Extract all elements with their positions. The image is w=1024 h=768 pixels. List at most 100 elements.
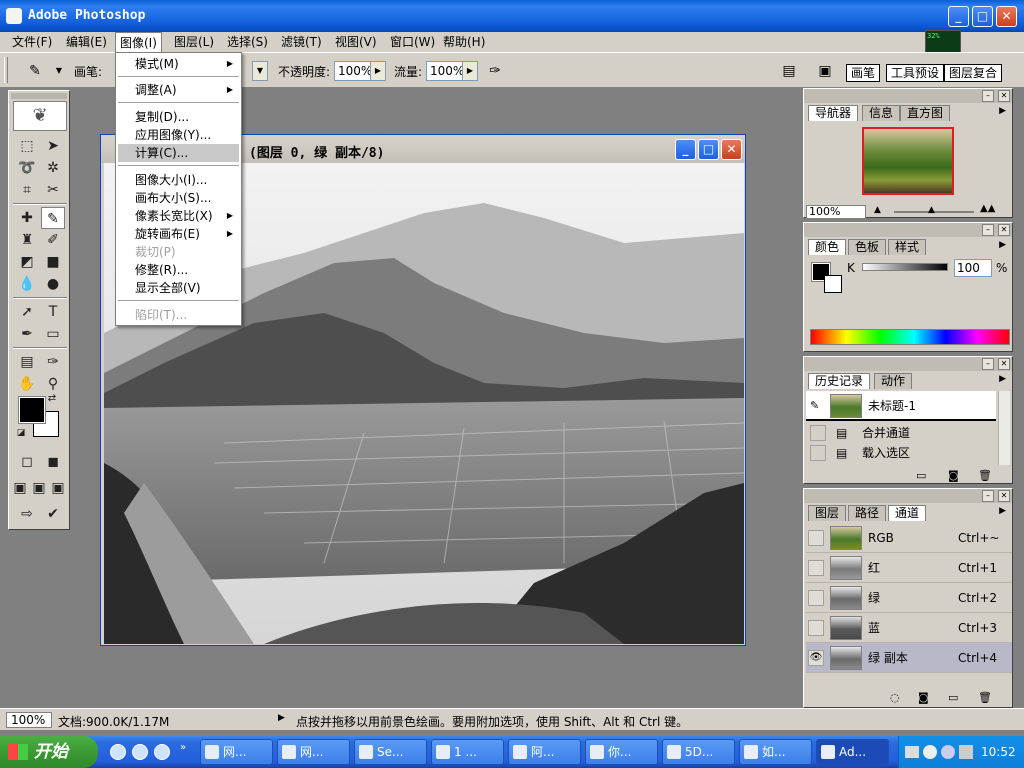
history-snapshot-row[interactable]: ✎ 未标题-1	[806, 391, 996, 421]
pen-tool-icon[interactable]: ✒	[15, 323, 39, 345]
taskbar-button[interactable]: 1 ...	[431, 739, 504, 765]
color-channel-slider[interactable]	[862, 263, 948, 271]
brush-preset-icon[interactable]: ✎	[24, 61, 46, 81]
quicklaunch-more-icon[interactable]: »	[180, 742, 186, 753]
screen-mode-fullmenu-icon[interactable]: ▣	[30, 477, 48, 499]
menu-file[interactable]: 文件(F)	[8, 32, 56, 52]
taskbar-button[interactable]: 网...	[200, 739, 273, 765]
palette-header[interactable]: – ✕	[804, 223, 1012, 237]
taskbar-button[interactable]: 如...	[739, 739, 812, 765]
zoom-out-icon[interactable]: ▲	[874, 205, 881, 215]
screen-mode-standard-icon[interactable]: ▣	[11, 477, 29, 499]
flow-slider-button[interactable]: ▶	[462, 61, 478, 81]
channel-row-blue[interactable]: 蓝 Ctrl+3	[806, 613, 1012, 643]
taskbar-button[interactable]: Se...	[354, 739, 427, 765]
network-icon[interactable]	[959, 745, 973, 759]
history-brush-source-icon[interactable]: ✎	[810, 399, 819, 412]
palette-minimize-button[interactable]: –	[982, 90, 994, 102]
zoom-in-icon[interactable]: ▲▲	[980, 203, 995, 214]
swap-colors-icon[interactable]: ⇄	[45, 393, 59, 405]
navigator-thumbnail[interactable]	[862, 127, 954, 195]
ie-icon[interactable]	[154, 744, 170, 760]
well-tab-tool-presets[interactable]: 工具预设	[886, 64, 945, 82]
blur-tool-icon[interactable]: 💧	[15, 273, 39, 295]
menu-edit[interactable]: 编辑(E)	[62, 32, 111, 52]
keyboard-icon[interactable]	[905, 746, 919, 758]
lasso-tool-icon[interactable]: ➰	[15, 157, 39, 179]
tab-color[interactable]: 颜色	[808, 239, 847, 255]
visibility-toggle[interactable]	[808, 590, 824, 606]
menu-window[interactable]: 窗口(W)	[386, 32, 439, 52]
eraser-tool-icon[interactable]: ◩	[15, 251, 39, 273]
palette-toggle-icon[interactable]: ▤	[778, 61, 800, 81]
quicklaunch-icon[interactable]	[110, 744, 126, 760]
magic-wand-tool-icon[interactable]: ✲	[41, 157, 65, 179]
taskbar-button[interactable]: 你...	[585, 739, 658, 765]
clone-stamp-tool-icon[interactable]: ♜	[15, 229, 39, 251]
menu-item-rotate-canvas[interactable]: 旋转画布(E) ▶	[118, 225, 239, 243]
color-spectrum-ramp[interactable]	[810, 329, 1010, 345]
menu-item-adjustments[interactable]: 调整(A) ▶	[118, 81, 239, 99]
maximize-button[interactable]: □	[972, 6, 993, 27]
palette-menu-arrow-icon[interactable]: ▶	[999, 506, 1006, 516]
options-grip[interactable]	[4, 57, 8, 83]
tray-collapse-icon[interactable]	[923, 745, 937, 759]
visibility-toggle[interactable]	[808, 560, 824, 576]
path-selection-tool-icon[interactable]: ➚	[15, 301, 39, 323]
dodge-tool-icon[interactable]: ●	[41, 273, 65, 295]
load-channel-as-selection-icon[interactable]: ◌	[890, 691, 900, 704]
palette-close-button[interactable]: ✕	[998, 90, 1010, 102]
status-zoom-input[interactable]: 100%	[6, 712, 52, 728]
palette-close-button[interactable]: ✕	[998, 490, 1010, 502]
menu-item-pixel-aspect-ratio[interactable]: 像素长宽比(X) ▶	[118, 207, 239, 225]
status-menu-arrow-icon[interactable]: ▶	[278, 713, 285, 723]
tab-styles[interactable]: 样式	[888, 239, 927, 255]
healing-brush-tool-icon[interactable]: ✚	[15, 207, 39, 229]
crop-tool-icon[interactable]: ⌗	[15, 179, 39, 201]
opacity-input[interactable]: 100%	[334, 61, 374, 81]
well-tab-brushes[interactable]: 画笔	[846, 64, 881, 82]
visibility-toggle[interactable]	[808, 530, 824, 546]
close-button[interactable]: ✕	[996, 6, 1017, 27]
channel-row-red[interactable]: 红 Ctrl+1	[806, 553, 1012, 583]
menu-image[interactable]: 图像(I)	[115, 32, 162, 52]
zoom-slider-thumb-icon[interactable]: ▲	[928, 205, 935, 215]
tab-channels[interactable]: 通道	[888, 505, 927, 521]
palette-header[interactable]: – ✕	[804, 89, 1012, 103]
standard-mode-icon[interactable]: ◻	[15, 451, 39, 473]
tab-navigator[interactable]: 导航器	[808, 105, 859, 121]
eyedropper-tool-icon[interactable]: ✑	[41, 351, 65, 373]
palette-menu-arrow-icon[interactable]: ▶	[999, 106, 1006, 116]
delete-channel-icon[interactable]: 🗑	[978, 691, 992, 704]
history-step[interactable]: ▤ 合并通道	[806, 423, 998, 443]
brush-tool-icon[interactable]: ✎	[41, 207, 65, 229]
tab-actions[interactable]: 动作	[874, 373, 913, 389]
visibility-toggle[interactable]	[808, 620, 824, 636]
tab-paths[interactable]: 路径	[848, 505, 887, 521]
delete-state-icon[interactable]: 🗑	[978, 469, 992, 482]
palette-menu-arrow-icon[interactable]: ▶	[999, 240, 1006, 250]
history-source-box[interactable]	[810, 425, 826, 441]
notes-tool-icon[interactable]: ▤	[15, 351, 39, 373]
color-background-swatch[interactable]	[824, 275, 842, 293]
eye-icon[interactable]: 👁	[808, 650, 824, 666]
menu-item-apply-image[interactable]: 应用图像(Y)...	[118, 126, 239, 144]
well-tab-layer-comps[interactable]: 图层复合	[944, 64, 1003, 82]
tray-app-icon[interactable]	[941, 745, 955, 759]
screen-mode-full-icon[interactable]: ▣	[49, 477, 67, 499]
quicklaunch-icon[interactable]	[132, 744, 148, 760]
taskbar-button[interactable]: 阿...	[508, 739, 581, 765]
palette-header[interactable]: – ✕	[804, 489, 1012, 503]
menu-filter[interactable]: 滤镜(T)	[277, 32, 326, 52]
channel-row-rgb[interactable]: RGB Ctrl+~	[806, 523, 1012, 553]
palette-menu-arrow-icon[interactable]: ▶	[999, 374, 1006, 384]
channel-row-green-copy[interactable]: 👁 绿 副本 Ctrl+4	[806, 643, 1012, 673]
quick-mask-mode-icon[interactable]: ◼	[41, 451, 65, 473]
foreground-color-swatch[interactable]	[18, 396, 46, 424]
tab-info[interactable]: 信息	[862, 105, 901, 121]
palette-minimize-button[interactable]: –	[982, 490, 994, 502]
menu-item-calculations[interactable]: 计算(C)...	[118, 144, 239, 162]
new-document-from-state-icon[interactable]: ▭	[916, 469, 926, 482]
palette-minimize-button[interactable]: –	[982, 224, 994, 236]
taskbar-button[interactable]: 网...	[277, 739, 350, 765]
